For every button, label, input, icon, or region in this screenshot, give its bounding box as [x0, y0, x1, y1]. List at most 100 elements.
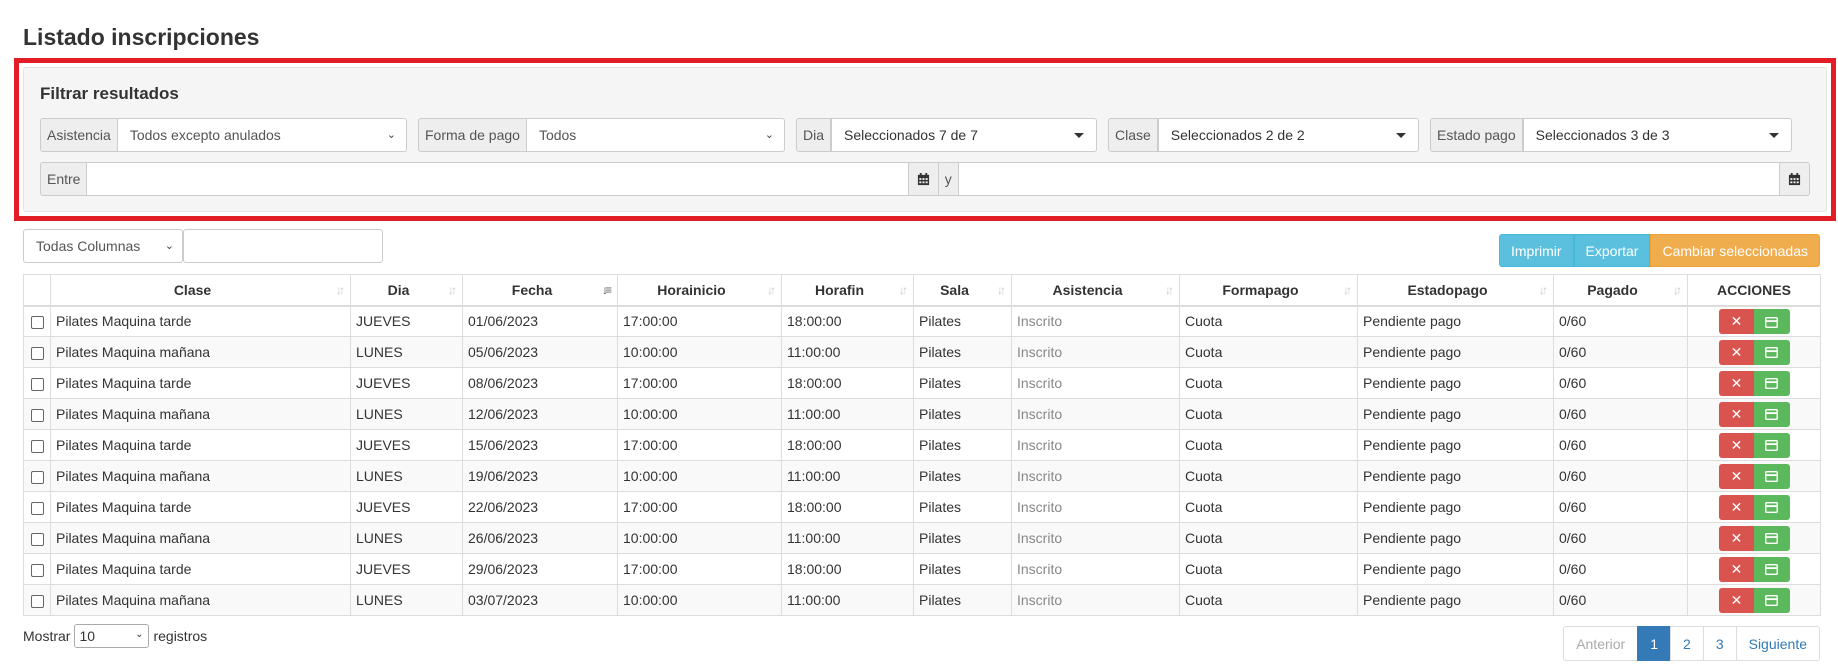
row-checkbox[interactable]	[30, 346, 44, 360]
column-header[interactable]: Clase ↓↑	[50, 274, 351, 307]
formapago-select[interactable]: Todos ⌄	[526, 118, 785, 152]
formapago-cell: Cuota	[1179, 429, 1358, 461]
column-header[interactable]: Fecha ↓≡	[462, 274, 618, 307]
date-to-input[interactable]	[957, 162, 1780, 196]
row-checkbox[interactable]	[30, 594, 44, 608]
row-checkbox[interactable]	[30, 563, 44, 577]
calendar-icon[interactable]	[1780, 162, 1810, 196]
delete-row-button[interactable]: ✕	[1718, 308, 1755, 334]
card-icon[interactable]	[1753, 308, 1790, 334]
dia-cell: JUEVES	[350, 491, 463, 523]
estadopago-cell: Pendiente pago	[1357, 367, 1554, 399]
card-icon[interactable]	[1753, 432, 1790, 458]
table-row[interactable]: Pilates Maquina mañana LUNES 03/07/2023 10:…	[23, 584, 1821, 616]
card-icon[interactable]	[1753, 370, 1790, 396]
export-button[interactable]: Exportar	[1573, 234, 1651, 267]
card-icon[interactable]	[1753, 463, 1790, 489]
column-header[interactable]: Formapago ↓↑	[1179, 274, 1358, 307]
delete-row-button[interactable]: ✕	[1718, 339, 1755, 365]
table-row[interactable]: Pilates Maquina mañana LUNES 19/06/2023 10:…	[23, 460, 1821, 492]
column-header[interactable]: Sala ↓↑	[913, 274, 1012, 307]
table-row[interactable]: Pilates Maquina tarde JUEVES 15/06/2023 17:…	[23, 429, 1821, 461]
delete-row-button[interactable]: ✕	[1718, 556, 1755, 582]
table-row[interactable]: Pilates Maquina tarde JUEVES 22/06/2023 17:…	[23, 491, 1821, 523]
row-checkbox[interactable]	[30, 408, 44, 422]
column-header[interactable]: Horafin ↓↑	[781, 274, 914, 307]
row-checkbox[interactable]	[30, 470, 44, 484]
formapago-cell: Cuota	[1179, 553, 1358, 585]
page-size-select[interactable]: 10 ⌄	[74, 624, 150, 648]
row-checkbox[interactable]	[30, 377, 44, 391]
horainicio-cell: 17:00:00	[617, 553, 782, 585]
delete-row-button[interactable]: ✕	[1718, 525, 1755, 551]
show-label: Mostrar	[23, 628, 71, 644]
column-header[interactable]: Dia ↓↑	[350, 274, 463, 307]
card-icon[interactable]	[1753, 339, 1790, 365]
row-select-cell	[23, 460, 51, 492]
previous-page-button[interactable]: Anterior	[1563, 626, 1639, 661]
delete-row-button[interactable]: ✕	[1718, 401, 1755, 427]
page-button[interactable]: 1	[1637, 626, 1672, 661]
column-header[interactable]: Horainicio ↓↑	[617, 274, 782, 307]
date-from-input[interactable]	[87, 162, 909, 196]
page-button[interactable]: 3	[1702, 626, 1737, 661]
asistencia-cell: Inscrito	[1011, 367, 1180, 399]
column-header[interactable]: Asistencia ↓↑	[1011, 274, 1180, 307]
column-header[interactable]: Pagado ↓↑	[1553, 274, 1688, 307]
card-icon[interactable]	[1753, 494, 1790, 520]
clase-multiselect[interactable]: Seleccionados 2 de 2	[1157, 118, 1419, 152]
clase-filter: Clase Seleccionados 2 de 2	[1108, 118, 1419, 152]
row-checkbox[interactable]	[30, 439, 44, 453]
table-row[interactable]: Pilates Maquina mañana LUNES 12/06/2023 10:…	[23, 398, 1821, 430]
page-length-control: Mostrar 10 ⌄ registros	[23, 624, 207, 648]
card-icon[interactable]	[1753, 525, 1790, 551]
horafin-cell: 11:00:00	[781, 336, 914, 368]
next-page-button[interactable]: Siguiente	[1735, 626, 1820, 661]
dia-multiselect[interactable]: Seleccionados 7 de 7	[831, 118, 1097, 152]
horafin-cell: 11:00:00	[781, 584, 914, 616]
sala-cell: Pilates	[913, 305, 1012, 337]
row-actions-cell: ✕	[1687, 429, 1821, 461]
estadopago-multiselect[interactable]: Seleccionados 3 de 3	[1522, 118, 1792, 152]
caret-down-icon	[1769, 133, 1779, 138]
table-row[interactable]: Pilates Maquina tarde JUEVES 08/06/2023 17:…	[23, 367, 1821, 399]
card-icon[interactable]	[1753, 587, 1790, 613]
row-actions-cell: ✕	[1687, 460, 1821, 492]
card-icon[interactable]	[1753, 556, 1790, 582]
delete-row-button[interactable]: ✕	[1718, 463, 1755, 489]
row-checkbox[interactable]	[30, 532, 44, 546]
fecha-cell: 05/06/2023	[462, 336, 618, 368]
horafin-cell: 18:00:00	[781, 553, 914, 585]
table-row[interactable]: Pilates Maquina mañana LUNES 26/06/2023 10:…	[23, 522, 1821, 554]
asistencia-cell: Inscrito	[1011, 491, 1180, 523]
sala-cell: Pilates	[913, 491, 1012, 523]
pagado-cell: 0/60	[1553, 491, 1688, 523]
change-selected-button[interactable]: Cambiar seleccionadas	[1650, 234, 1820, 267]
delete-row-button[interactable]: ✕	[1718, 587, 1755, 613]
column-header[interactable]: Estadopago ↓↑	[1357, 274, 1554, 307]
delete-row-button[interactable]: ✕	[1718, 494, 1755, 520]
table-row[interactable]: Pilates Maquina tarde JUEVES 29/06/2023 17:…	[23, 553, 1821, 585]
estadopago-cell: Pendiente pago	[1357, 398, 1554, 430]
clase-cell: Pilates Maquina mañana	[50, 460, 351, 492]
formapago-filter: Forma de pago Todos ⌄	[418, 118, 785, 152]
asistencia-select[interactable]: Todos excepto anulados ⌄	[117, 118, 407, 152]
table-row[interactable]: Pilates Maquina tarde JUEVES 01/06/2023 17:…	[23, 305, 1821, 337]
search-input[interactable]	[183, 229, 383, 263]
estadopago-cell: Pendiente pago	[1357, 460, 1554, 492]
table-row[interactable]: Pilates Maquina mañana LUNES 05/06/2023 10:…	[23, 336, 1821, 368]
card-icon[interactable]	[1753, 401, 1790, 427]
column-filter-select[interactable]: Todas Columnas ⌄	[23, 229, 183, 263]
delete-row-button[interactable]: ✕	[1718, 432, 1755, 458]
row-checkbox[interactable]	[30, 316, 44, 330]
filter-highlight-frame: Filtrar resultados Asistencia Todos exce…	[14, 58, 1836, 221]
page-button[interactable]: 2	[1670, 626, 1704, 661]
sort-icon: ↓↑	[1165, 283, 1174, 297]
asistencia-cell: Inscrito	[1011, 398, 1180, 430]
horainicio-cell: 17:00:00	[617, 367, 782, 399]
calendar-icon[interactable]	[908, 162, 939, 196]
print-button[interactable]: Imprimir	[1499, 234, 1574, 267]
row-checkbox[interactable]	[30, 501, 44, 515]
formapago-value: Todos	[538, 127, 577, 143]
delete-row-button[interactable]: ✕	[1718, 370, 1755, 396]
